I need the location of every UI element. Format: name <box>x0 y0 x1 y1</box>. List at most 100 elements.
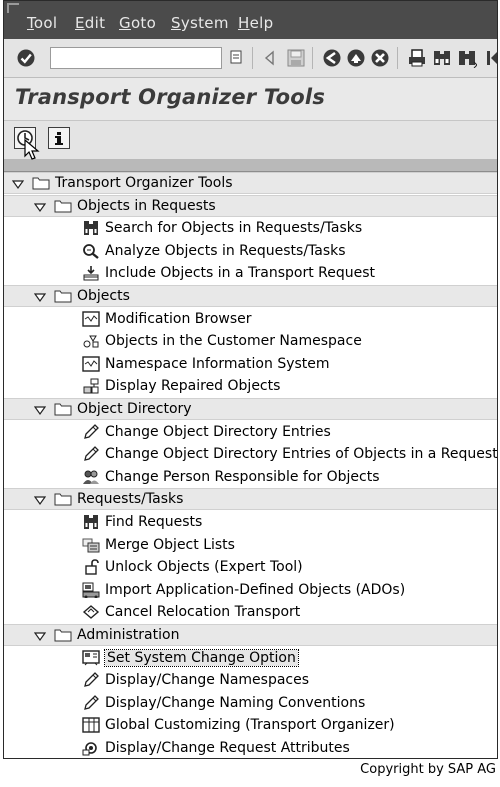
menu-bar: Tool Edit Goto System Help <box>4 1 497 39</box>
tree-item-node[interactable]: Display/Change Request Attributes <box>4 737 497 758</box>
expand-triangle-icon[interactable] <box>33 291 47 303</box>
sap-window: Tool Edit Goto System Help Transport Org… <box>3 0 498 759</box>
enter-icon[interactable] <box>16 48 36 68</box>
mouse-cursor-icon <box>24 139 40 160</box>
tree-item-node[interactable]: Find Requests <box>4 511 497 533</box>
copyright-text: Copyright by SAP AG <box>360 762 496 777</box>
tree-item-node[interactable]: Modification Browser <box>4 308 497 330</box>
tree-node-label: Display/Change Request Attributes <box>105 740 350 756</box>
tree-folder-node[interactable]: Objects in Requests <box>4 194 497 217</box>
exit-icon[interactable] <box>346 48 366 68</box>
expand-triangle-icon[interactable] <box>33 404 47 416</box>
back-arrow-icon[interactable] <box>260 48 280 68</box>
menu-edit[interactable]: Edit <box>75 14 105 32</box>
objects-icon <box>82 333 100 349</box>
program-icon <box>82 356 100 372</box>
tree-node-label: Objects in Requests <box>77 197 216 214</box>
menu-help[interactable]: Help <box>238 14 273 32</box>
system-toolbar <box>4 39 497 78</box>
print-icon[interactable] <box>407 48 427 68</box>
tree-item-node[interactable]: Namespace Information System <box>4 353 497 375</box>
folder-icon <box>54 198 72 214</box>
tree-node-label: Administration <box>77 627 180 643</box>
tree-node-label: Find Requests <box>105 514 203 530</box>
tree-item-node[interactable]: Merge Object Lists <box>4 534 497 556</box>
pencil-icon <box>82 423 100 440</box>
tree-node-label: Include Objects in a Transport Request <box>105 265 376 282</box>
tree-item-node[interactable]: Objects in the Customer Namespace <box>4 330 497 352</box>
folder-icon <box>54 491 72 507</box>
tree-root-node[interactable]: Transport Organizer Tools <box>4 172 497 194</box>
tree-node-label: Merge Object Lists <box>105 536 235 553</box>
tree-structure-icon <box>82 378 100 394</box>
tree-node-label: Change Object Directory Entries of Objec… <box>105 446 498 463</box>
expand-triangle-icon[interactable] <box>33 494 47 506</box>
first-page-icon[interactable] <box>482 48 497 68</box>
find-next-icon[interactable] <box>457 48 477 68</box>
tree-item-node[interactable]: Change Object Directory Entries <box>4 421 497 443</box>
tree-node-label: Cancel Relocation Transport <box>105 604 301 621</box>
pencil-icon <box>82 446 100 462</box>
pencil-icon <box>82 694 100 711</box>
find-icon[interactable] <box>432 48 452 68</box>
application-toolbar <box>4 121 497 160</box>
tree-item-node[interactable]: Global Customizing (Transport Organizer) <box>4 714 497 736</box>
tree-item-node[interactable]: Unlock Objects (Expert Tool) <box>4 556 497 578</box>
tree-folder-node[interactable]: Objects <box>4 285 497 307</box>
tree-folder-node[interactable]: Administration <box>4 624 497 646</box>
cancel-icon[interactable] <box>370 48 390 68</box>
tree-item-node[interactable]: Change Object Directory Entries of Objec… <box>4 443 497 465</box>
tree-node-label: Import Application-Defined Objects (ADOs… <box>105 581 406 598</box>
folder-icon <box>54 627 72 643</box>
back-icon[interactable] <box>322 48 342 68</box>
tree-folder-node[interactable]: Requests/Tasks <box>4 488 497 511</box>
tree-item-node[interactable]: Display/Change Namespaces <box>4 669 497 691</box>
expand-triangle-icon[interactable] <box>33 201 47 212</box>
tree-node-label: Display/Change Naming Conventions <box>105 694 366 711</box>
menu-system[interactable]: System <box>171 14 229 32</box>
cancel-transport-icon <box>82 604 100 620</box>
tree-item-node[interactable]: Change Person Responsible for Objects <box>4 466 497 488</box>
tree-item-node[interactable]: Display Repaired Objects <box>4 375 497 397</box>
pencil-icon <box>82 672 100 688</box>
tree-node-label: Global Customizing (Transport Organizer) <box>105 717 395 734</box>
save-icon[interactable] <box>286 48 306 68</box>
tree-node-label: Namespace Information System <box>105 355 330 372</box>
tree-node-label: Transport Organizer Tools <box>55 175 233 191</box>
tree-node-label: Change Person Responsible for Objects <box>105 468 380 485</box>
system-menu-icon[interactable] <box>7 3 19 13</box>
tree-item-node[interactable]: Include Objects in a Transport Request <box>4 262 497 284</box>
tree-item-node[interactable]: Cancel Relocation Transport <box>4 601 497 623</box>
tree-item-node[interactable]: Import Application-Defined Objects (ADOs… <box>4 579 497 601</box>
folder-icon <box>54 401 72 417</box>
tree-node-label: Display Repaired Objects <box>105 378 281 395</box>
command-field[interactable] <box>50 47 222 69</box>
tree-item-node[interactable]: Analyze Objects in Requests/Tasks <box>4 240 497 262</box>
separator-strip <box>4 159 497 172</box>
people-icon <box>82 469 100 485</box>
menu-goto[interactable]: Goto <box>119 14 156 32</box>
import-icon <box>82 582 100 599</box>
attributes-icon <box>82 740 100 756</box>
tree-item-node[interactable]: Set System Change Option <box>4 647 497 669</box>
tree-node-label: Set System Change Option <box>104 648 299 667</box>
binoculars-icon <box>82 220 100 236</box>
tree-item-node[interactable]: Search for Objects in Requests/Tasks <box>4 217 497 239</box>
folder-icon <box>32 175 50 191</box>
tree-node-label: Analyze Objects in Requests/Tasks <box>105 242 346 259</box>
tree-item-node[interactable]: Display/Change Naming Conventions <box>4 692 497 714</box>
tree-node-label: Change Object Directory Entries <box>105 423 331 440</box>
tree-node-label: Display/Change Namespaces <box>105 672 310 689</box>
table-icon <box>82 717 100 734</box>
menu-tool[interactable]: Tool <box>27 14 57 32</box>
tree-folder-node[interactable]: Object Directory <box>4 398 497 420</box>
tree-node-label: Unlock Objects (Expert Tool) <box>105 559 303 576</box>
magnifier-icon <box>82 243 100 259</box>
expand-triangle-icon[interactable] <box>11 178 25 190</box>
info-icon[interactable] <box>48 127 70 149</box>
tree-view: Transport Organizer Tools Objects in Requ… <box>4 172 497 758</box>
expand-triangle-icon[interactable] <box>33 630 47 642</box>
tree-node-label: Objects <box>77 288 130 304</box>
dropdown-icon[interactable] <box>229 48 243 66</box>
tree-node-label: Requests/Tasks <box>77 491 184 508</box>
